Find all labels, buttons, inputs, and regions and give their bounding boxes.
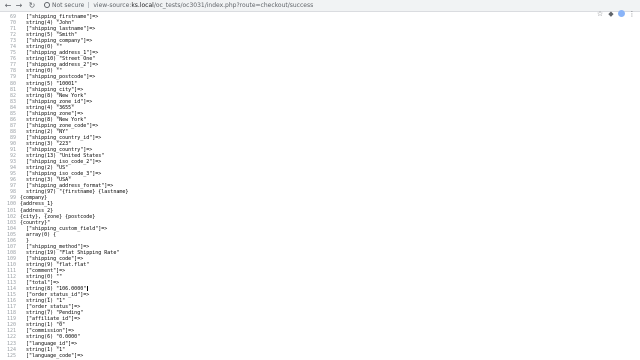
toolbar-actions: ☆ ◆ ⋮ bbox=[593, 1, 636, 18]
forward-arrow-icon[interactable]: → bbox=[14, 1, 24, 11]
address-bar[interactable]: Not secure view-source:ks.local/oc_tests/… bbox=[44, 1, 424, 10]
text-cursor bbox=[87, 286, 89, 292]
line-number: 125 bbox=[6, 352, 16, 359]
url-host: ks.local bbox=[131, 2, 154, 9]
back-arrow-icon[interactable]: ← bbox=[3, 1, 13, 11]
line-text: ["language_code"]=> bbox=[20, 352, 84, 359]
url-path: /oc_tests/oc3031/index.php?route=checkou… bbox=[153, 2, 314, 9]
info-icon[interactable] bbox=[44, 2, 50, 8]
source-view[interactable]: 69 ["shipping_firstname"]=> 70 string(4) … bbox=[0, 14, 640, 360]
url-scheme: view-source: bbox=[93, 2, 132, 9]
reload-icon[interactable]: ↻ bbox=[27, 1, 37, 11]
source-line: 125 ["language_code"]=> bbox=[0, 353, 640, 359]
browser-toolbar: ← → ↻ Not secure view-source:ks.local/oc_… bbox=[0, 0, 640, 18]
security-label[interactable]: Not secure bbox=[52, 2, 84, 9]
divider bbox=[88, 2, 90, 8]
